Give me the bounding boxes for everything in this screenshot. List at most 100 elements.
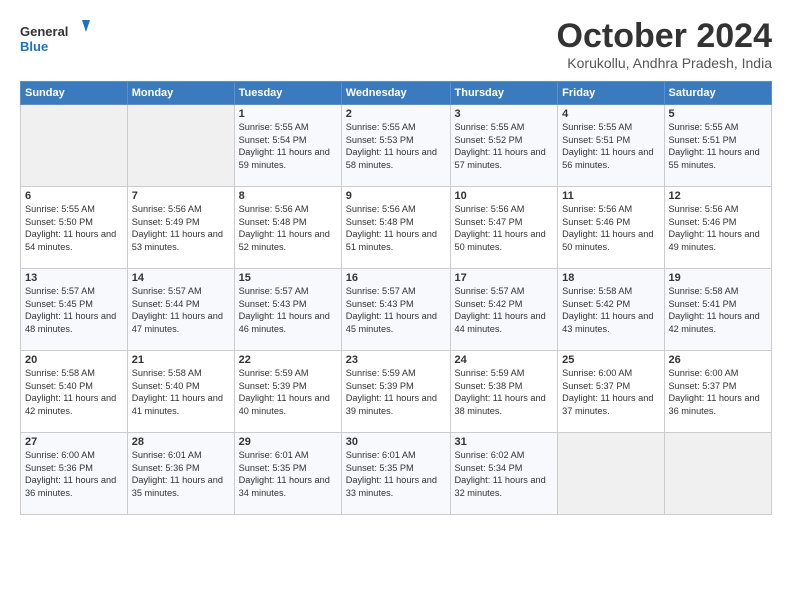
day-info: Sunrise: 5:57 AMSunset: 5:42 PMDaylight:… <box>455 285 554 335</box>
calendar-cell: 11Sunrise: 5:56 AMSunset: 5:46 PMDayligh… <box>558 187 664 269</box>
day-info: Sunrise: 5:55 AMSunset: 5:53 PMDaylight:… <box>346 121 446 171</box>
day-info: Sunrise: 6:01 AMSunset: 5:35 PMDaylight:… <box>346 449 446 499</box>
day-number: 25 <box>562 354 659 366</box>
day-info: Sunrise: 5:58 AMSunset: 5:42 PMDaylight:… <box>562 285 659 335</box>
calendar-cell: 16Sunrise: 5:57 AMSunset: 5:43 PMDayligh… <box>341 269 450 351</box>
day-number: 12 <box>669 190 768 202</box>
day-number: 22 <box>239 354 337 366</box>
day-number: 10 <box>455 190 554 202</box>
calendar-cell <box>21 105 128 187</box>
calendar-cell: 2Sunrise: 5:55 AMSunset: 5:53 PMDaylight… <box>341 105 450 187</box>
calendar-cell: 25Sunrise: 6:00 AMSunset: 5:37 PMDayligh… <box>558 351 664 433</box>
day-number: 4 <box>562 108 659 120</box>
day-info: Sunrise: 5:59 AMSunset: 5:38 PMDaylight:… <box>455 367 554 417</box>
calendar-cell: 13Sunrise: 5:57 AMSunset: 5:45 PMDayligh… <box>21 269 128 351</box>
month-title: October 2024 <box>557 18 772 55</box>
calendar-cell: 26Sunrise: 6:00 AMSunset: 5:37 PMDayligh… <box>664 351 772 433</box>
calendar-cell: 28Sunrise: 6:01 AMSunset: 5:36 PMDayligh… <box>127 433 234 515</box>
day-info: Sunrise: 5:56 AMSunset: 5:46 PMDaylight:… <box>669 203 768 253</box>
calendar-cell: 3Sunrise: 5:55 AMSunset: 5:52 PMDaylight… <box>450 105 558 187</box>
day-info: Sunrise: 6:01 AMSunset: 5:35 PMDaylight:… <box>239 449 337 499</box>
day-number: 26 <box>669 354 768 366</box>
day-info: Sunrise: 5:55 AMSunset: 5:51 PMDaylight:… <box>562 121 659 171</box>
logo: General Blue <box>20 18 90 58</box>
day-number: 31 <box>455 436 554 448</box>
calendar-cell: 7Sunrise: 5:56 AMSunset: 5:49 PMDaylight… <box>127 187 234 269</box>
calendar-cell: 5Sunrise: 5:55 AMSunset: 5:51 PMDaylight… <box>664 105 772 187</box>
calendar-week-row: 6Sunrise: 5:55 AMSunset: 5:50 PMDaylight… <box>21 187 772 269</box>
calendar-cell <box>664 433 772 515</box>
day-number: 23 <box>346 354 446 366</box>
calendar-cell: 1Sunrise: 5:55 AMSunset: 5:54 PMDaylight… <box>234 105 341 187</box>
day-number: 6 <box>25 190 123 202</box>
day-number: 21 <box>132 354 230 366</box>
day-number: 19 <box>669 272 768 284</box>
calendar-cell: 20Sunrise: 5:58 AMSunset: 5:40 PMDayligh… <box>21 351 128 433</box>
day-info: Sunrise: 5:55 AMSunset: 5:52 PMDaylight:… <box>455 121 554 171</box>
calendar-cell: 24Sunrise: 5:59 AMSunset: 5:38 PMDayligh… <box>450 351 558 433</box>
calendar-cell: 18Sunrise: 5:58 AMSunset: 5:42 PMDayligh… <box>558 269 664 351</box>
day-info: Sunrise: 5:58 AMSunset: 5:41 PMDaylight:… <box>669 285 768 335</box>
calendar-cell: 29Sunrise: 6:01 AMSunset: 5:35 PMDayligh… <box>234 433 341 515</box>
day-info: Sunrise: 5:55 AMSunset: 5:54 PMDaylight:… <box>239 121 337 171</box>
calendar-cell: 9Sunrise: 5:56 AMSunset: 5:48 PMDaylight… <box>341 187 450 269</box>
calendar-week-row: 13Sunrise: 5:57 AMSunset: 5:45 PMDayligh… <box>21 269 772 351</box>
calendar-cell: 6Sunrise: 5:55 AMSunset: 5:50 PMDaylight… <box>21 187 128 269</box>
col-monday: Monday <box>127 82 234 105</box>
day-number: 16 <box>346 272 446 284</box>
day-number: 20 <box>25 354 123 366</box>
calendar-cell: 4Sunrise: 5:55 AMSunset: 5:51 PMDaylight… <box>558 105 664 187</box>
day-info: Sunrise: 5:57 AMSunset: 5:45 PMDaylight:… <box>25 285 123 335</box>
calendar-cell <box>558 433 664 515</box>
day-number: 24 <box>455 354 554 366</box>
day-info: Sunrise: 5:56 AMSunset: 5:48 PMDaylight:… <box>346 203 446 253</box>
calendar-cell <box>127 105 234 187</box>
col-thursday: Thursday <box>450 82 558 105</box>
col-saturday: Saturday <box>664 82 772 105</box>
day-info: Sunrise: 5:57 AMSunset: 5:43 PMDaylight:… <box>346 285 446 335</box>
day-info: Sunrise: 5:56 AMSunset: 5:46 PMDaylight:… <box>562 203 659 253</box>
day-info: Sunrise: 6:02 AMSunset: 5:34 PMDaylight:… <box>455 449 554 499</box>
day-info: Sunrise: 5:57 AMSunset: 5:43 PMDaylight:… <box>239 285 337 335</box>
calendar-page: General Blue October 2024 Korukollu, And… <box>0 0 792 525</box>
calendar-cell: 31Sunrise: 6:02 AMSunset: 5:34 PMDayligh… <box>450 433 558 515</box>
day-info: Sunrise: 5:58 AMSunset: 5:40 PMDaylight:… <box>132 367 230 417</box>
day-info: Sunrise: 6:01 AMSunset: 5:36 PMDaylight:… <box>132 449 230 499</box>
day-number: 1 <box>239 108 337 120</box>
calendar-cell: 10Sunrise: 5:56 AMSunset: 5:47 PMDayligh… <box>450 187 558 269</box>
col-wednesday: Wednesday <box>341 82 450 105</box>
day-number: 18 <box>562 272 659 284</box>
calendar-cell: 19Sunrise: 5:58 AMSunset: 5:41 PMDayligh… <box>664 269 772 351</box>
calendar-week-row: 1Sunrise: 5:55 AMSunset: 5:54 PMDaylight… <box>21 105 772 187</box>
day-number: 9 <box>346 190 446 202</box>
col-tuesday: Tuesday <box>234 82 341 105</box>
location-subtitle: Korukollu, Andhra Pradesh, India <box>557 55 772 71</box>
calendar-cell: 23Sunrise: 5:59 AMSunset: 5:39 PMDayligh… <box>341 351 450 433</box>
day-info: Sunrise: 5:59 AMSunset: 5:39 PMDaylight:… <box>346 367 446 417</box>
svg-text:Blue: Blue <box>20 39 48 54</box>
day-number: 27 <box>25 436 123 448</box>
day-number: 15 <box>239 272 337 284</box>
svg-text:General: General <box>20 24 68 39</box>
calendar-cell: 15Sunrise: 5:57 AMSunset: 5:43 PMDayligh… <box>234 269 341 351</box>
day-info: Sunrise: 5:56 AMSunset: 5:47 PMDaylight:… <box>455 203 554 253</box>
calendar-table: Sunday Monday Tuesday Wednesday Thursday… <box>20 81 772 515</box>
calendar-cell: 8Sunrise: 5:56 AMSunset: 5:48 PMDaylight… <box>234 187 341 269</box>
day-info: Sunrise: 5:55 AMSunset: 5:51 PMDaylight:… <box>669 121 768 171</box>
day-info: Sunrise: 5:57 AMSunset: 5:44 PMDaylight:… <box>132 285 230 335</box>
title-block: October 2024 Korukollu, Andhra Pradesh, … <box>557 18 772 71</box>
calendar-cell: 30Sunrise: 6:01 AMSunset: 5:35 PMDayligh… <box>341 433 450 515</box>
day-number: 17 <box>455 272 554 284</box>
col-sunday: Sunday <box>21 82 128 105</box>
day-number: 8 <box>239 190 337 202</box>
calendar-cell: 14Sunrise: 5:57 AMSunset: 5:44 PMDayligh… <box>127 269 234 351</box>
col-friday: Friday <box>558 82 664 105</box>
day-info: Sunrise: 6:00 AMSunset: 5:37 PMDaylight:… <box>669 367 768 417</box>
day-info: Sunrise: 5:56 AMSunset: 5:49 PMDaylight:… <box>132 203 230 253</box>
day-number: 7 <box>132 190 230 202</box>
calendar-cell: 21Sunrise: 5:58 AMSunset: 5:40 PMDayligh… <box>127 351 234 433</box>
calendar-cell: 12Sunrise: 5:56 AMSunset: 5:46 PMDayligh… <box>664 187 772 269</box>
calendar-cell: 27Sunrise: 6:00 AMSunset: 5:36 PMDayligh… <box>21 433 128 515</box>
day-info: Sunrise: 5:55 AMSunset: 5:50 PMDaylight:… <box>25 203 123 253</box>
day-number: 13 <box>25 272 123 284</box>
